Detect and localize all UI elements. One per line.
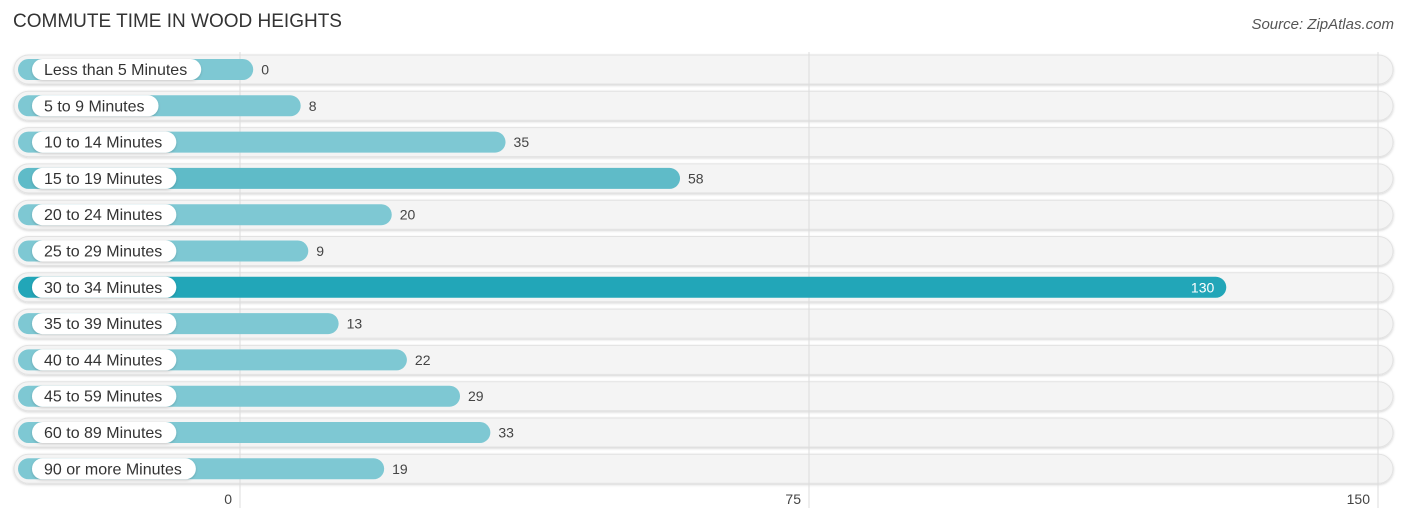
value-label: 19 <box>392 461 408 477</box>
bar-group: 30 to 34 Minutes 130 <box>18 276 1227 298</box>
bar[interactable] <box>18 276 1227 298</box>
bar-group: 35 to 39 Minutes 13 <box>18 313 363 335</box>
value-label: 35 <box>514 134 530 150</box>
bar-group: Less than 5 Minutes 0 <box>18 59 269 80</box>
category-label: 5 to 9 Minutes <box>44 98 145 115</box>
value-label: 22 <box>415 352 431 368</box>
bar-group: 5 to 9 Minutes 8 <box>18 95 317 117</box>
category-label: 60 to 89 Minutes <box>44 425 162 442</box>
bar-group: 40 to 44 Minutes 22 <box>18 349 431 371</box>
bar-group: 10 to 14 Minutes 35 <box>18 131 530 153</box>
bar-rows <box>13 54 1394 484</box>
value-label: 20 <box>400 207 416 223</box>
value-label: 33 <box>498 425 514 441</box>
x-axis-ticks: 0 75 150 <box>224 491 1370 507</box>
value-label: 9 <box>316 243 324 259</box>
bar-group: 20 to 24 Minutes 20 <box>18 204 416 226</box>
bar-chart: Less than 5 Minutes 0 5 to 9 Minutes 8 10 to… <box>13 52 1394 508</box>
category-label: 20 to 24 Minutes <box>44 207 162 224</box>
bars: Less than 5 Minutes 0 5 to 9 Minutes 8 10 to… <box>18 59 1227 480</box>
bar-group: 60 to 89 Minutes 33 <box>18 422 514 443</box>
category-label: 15 to 19 Minutes <box>44 171 162 188</box>
bar-group: 45 to 59 Minutes 29 <box>18 385 484 407</box>
x-tick-label: 75 <box>785 491 801 507</box>
bar-group: 25 to 29 Minutes 9 <box>18 240 324 262</box>
category-label: 25 to 29 Minutes <box>44 244 162 261</box>
category-label: 45 to 59 Minutes <box>44 389 162 406</box>
value-label: 29 <box>468 388 484 404</box>
value-label: 130 <box>1191 279 1215 295</box>
bar-group: 90 or more Minutes 19 <box>18 458 408 480</box>
x-tick-label: 150 <box>1347 491 1371 507</box>
value-label: 0 <box>261 62 269 78</box>
category-label: 35 to 39 Minutes <box>44 316 162 333</box>
x-tick-label: 0 <box>224 491 232 507</box>
category-label: 10 to 14 Minutes <box>44 135 162 152</box>
value-label: 13 <box>347 316 363 332</box>
category-label: 40 to 44 Minutes <box>44 352 162 369</box>
category-label: 30 to 34 Minutes <box>44 280 162 297</box>
category-label: Less than 5 Minutes <box>44 62 187 79</box>
value-label: 58 <box>688 170 704 186</box>
value-label: 8 <box>309 98 317 114</box>
category-label: 90 or more Minutes <box>44 461 182 478</box>
bar-group: 15 to 19 Minutes 58 <box>18 167 704 189</box>
